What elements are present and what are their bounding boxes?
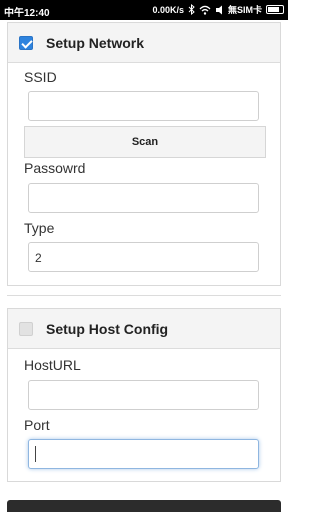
password-label: Passowrd [24,160,86,176]
network-speed: 0.00K/s [152,4,184,15]
host-checkbox[interactable] [19,322,33,336]
type-label: Type [24,220,55,236]
bottom-action-bar[interactable] [7,500,281,512]
port-label: Port [24,417,50,433]
hosturl-label: HostURL [24,357,81,373]
text-cursor [35,446,36,462]
type-input[interactable]: 2 [28,242,259,272]
scan-button[interactable]: Scan [24,126,266,158]
status-right: 0.00K/s 無SIM卡 [152,3,284,16]
carrier-text: 無SIM卡 [227,5,262,15]
network-checkbox[interactable] [19,36,33,50]
ssid-input[interactable] [28,91,259,121]
host-section-title: Setup Host Config [46,321,169,337]
status-bar: 中午12:40 0.00K/s 無SIM卡 [0,0,288,20]
host-section: Setup Host Config HostURL Port [7,308,281,482]
hosturl-input[interactable] [28,380,259,410]
ssid-label: SSID [24,69,57,85]
password-input[interactable] [28,183,259,213]
wifi-icon [199,5,211,15]
section-divider [7,295,281,296]
host-section-header[interactable]: Setup Host Config [8,309,280,349]
network-section: Setup Network SSID Scan Passowrd Type 2 [7,22,281,286]
battery-icon [266,5,284,14]
bluetooth-icon [188,4,195,15]
network-section-header[interactable]: Setup Network [8,23,280,63]
mute-icon [215,5,222,14]
network-section-title: Setup Network [46,35,145,51]
status-time: 中午12:40 [4,8,50,19]
port-input[interactable] [28,439,259,469]
